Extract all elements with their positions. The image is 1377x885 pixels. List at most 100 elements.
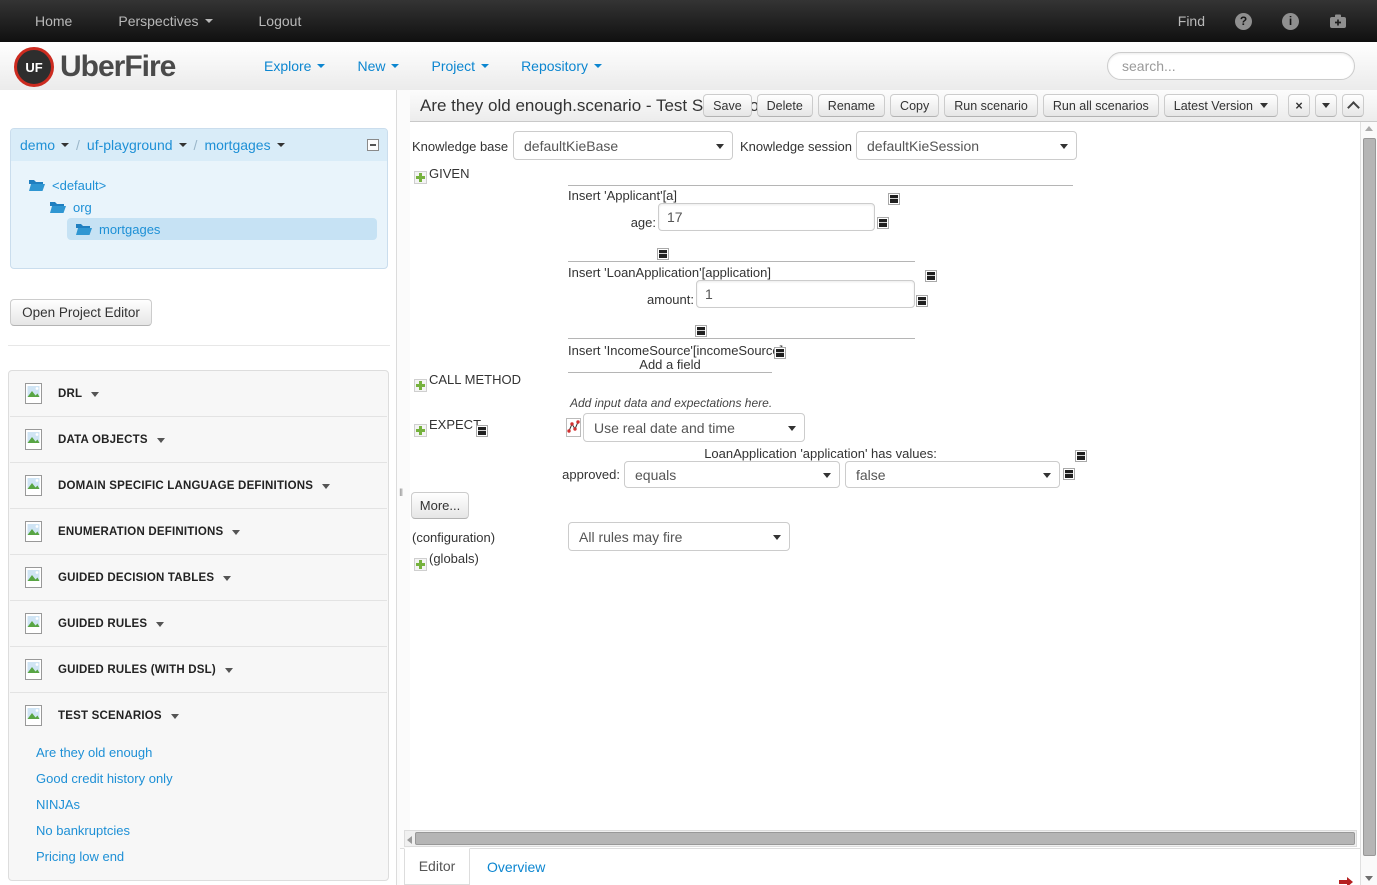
rule-config-select[interactable]: All rules may fire [568, 522, 790, 551]
panel-menu-button[interactable] [1315, 94, 1337, 117]
remove-row-button[interactable] [657, 248, 669, 260]
tab-overview[interactable]: Overview [487, 849, 545, 885]
scroll-up-arrow-icon[interactable] [1365, 126, 1373, 131]
knowledge-session-value: defaultKieSession [867, 138, 979, 154]
menu-project-label: Project [431, 58, 475, 74]
scroll-left-arrow-icon[interactable] [407, 836, 412, 844]
scenario-link-good-credit-history-only[interactable]: Good credit history only [36, 766, 388, 792]
maximize-panel-button[interactable] [1342, 94, 1364, 117]
collapse-tree-icon[interactable] [367, 139, 379, 151]
nav-logout[interactable]: Logout [259, 0, 302, 42]
tree-item-default[interactable]: <default> [11, 174, 387, 196]
scroll-down-arrow-icon[interactable] [1365, 876, 1373, 881]
help-icon[interactable]: ? [1235, 13, 1252, 30]
more-button[interactable]: More... [411, 492, 469, 519]
section-guided-rules[interactable]: GUIDED RULES [9, 601, 388, 646]
menu-new-label: New [357, 58, 385, 74]
info-icon[interactable]: i [1282, 13, 1299, 30]
add-call-method-button[interactable] [414, 379, 427, 392]
amount-field-input[interactable] [696, 280, 915, 308]
menu-explore[interactable]: Explore [264, 58, 325, 74]
remove-fact-button[interactable] [774, 347, 786, 359]
call-method-label: CALL METHOD [429, 372, 521, 387]
save-button[interactable]: Save [703, 94, 752, 117]
remove-row-button[interactable] [695, 325, 707, 337]
uberfire-logo-icon: UF [14, 47, 54, 87]
tree-item-org[interactable]: org [11, 196, 387, 218]
menu-repository-label: Repository [521, 58, 588, 74]
chevron-down-icon [157, 438, 165, 443]
section-guided-rules-with-dsl[interactable]: GUIDED RULES (WITH DSL) [9, 647, 388, 692]
remove-fact-button[interactable] [888, 193, 900, 205]
panel-splitter[interactable]: ‖ [397, 90, 410, 885]
open-project-editor-button[interactable]: Open Project Editor [10, 299, 152, 326]
copy-button[interactable]: Copy [890, 94, 939, 117]
chevron-down-icon [223, 576, 231, 581]
date-mode-select[interactable]: Use real date and time [583, 413, 805, 442]
section-test-scenarios[interactable]: TEST SCENARIOS [9, 693, 388, 738]
nav-find[interactable]: Find [1178, 0, 1205, 42]
menu-repository[interactable]: Repository [521, 58, 602, 74]
breadcrumb-project[interactable]: mortgages [204, 137, 270, 153]
splitter-grip[interactable]: ‖ [399, 488, 403, 499]
section-enumeration-definitions[interactable]: ENUMERATION DEFINITIONS [9, 509, 388, 554]
close-editor-button[interactable]: × [1288, 94, 1310, 117]
knowledge-session-select[interactable]: defaultKieSession [856, 131, 1077, 160]
knowledge-session-label: Knowledge session [740, 139, 852, 154]
tree-item-mortgages-selected[interactable]: mortgages [67, 218, 377, 240]
delete-button[interactable]: Delete [757, 94, 813, 117]
tab-editor[interactable]: Editor [404, 848, 470, 885]
expected-value-select[interactable]: false [845, 461, 1060, 488]
version-dropdown-button[interactable]: Latest Version [1164, 94, 1278, 117]
remove-field-button[interactable] [877, 217, 889, 229]
asset-accordion: DRL DATA OBJECTS DOMAIN SPECIFIC LANGUAG… [8, 370, 389, 881]
uberfire-logo: UF UberFire [14, 47, 175, 87]
remove-fact-button[interactable] [925, 270, 937, 282]
menu-new[interactable]: New [357, 58, 399, 74]
chevron-down-icon [61, 143, 69, 147]
globals-label: (globals) [429, 551, 479, 566]
breadcrumb-repository[interactable]: uf-playground [87, 137, 173, 153]
horizontal-scroll-thumb[interactable] [415, 832, 1355, 845]
horizontal-scrollbar[interactable] [404, 830, 1357, 847]
remove-expectation-button[interactable] [1075, 450, 1087, 462]
age-field-input[interactable] [658, 203, 875, 231]
run-scenario-button[interactable]: Run scenario [944, 94, 1038, 117]
section-guided-decision-tables[interactable]: GUIDED DECISION TABLES [9, 555, 388, 600]
breadcrumb-org-unit[interactable]: demo [20, 137, 55, 153]
brand-name: UberFire [60, 50, 175, 84]
knowledge-base-select[interactable]: defaultKieBase [513, 131, 733, 160]
section-dsl-definitions[interactable]: DOMAIN SPECIFIC LANGUAGE DEFINITIONS [9, 463, 388, 508]
add-given-button[interactable] [414, 171, 427, 184]
nav-home[interactable]: Home [35, 0, 72, 42]
section-label: GUIDED DECISION TABLES [58, 572, 214, 584]
scenario-link-are-they-old-enough[interactable]: Are they old enough [36, 740, 388, 766]
section-drl[interactable]: DRL [9, 371, 388, 416]
rename-button[interactable]: Rename [818, 94, 885, 117]
remove-expect-field-button[interactable] [1063, 468, 1075, 480]
scenario-link-no-bankruptcies[interactable]: No bankruptcies [36, 818, 388, 844]
document-image-icon [22, 520, 46, 544]
remove-field-button[interactable] [916, 295, 928, 307]
remove-expect-button[interactable] [476, 425, 488, 437]
add-a-field-link[interactable]: Add a field [568, 357, 772, 372]
run-all-scenarios-button[interactable]: Run all scenarios [1043, 94, 1159, 117]
document-image-icon [22, 474, 46, 498]
screen-capture-icon[interactable] [1329, 13, 1347, 29]
divider [568, 372, 772, 373]
add-global-button[interactable] [414, 558, 427, 571]
breadcrumb-separator: / [194, 137, 198, 153]
scenario-link-ninjas[interactable]: NINJAs [36, 792, 388, 818]
nav-perspectives[interactable]: Perspectives [118, 0, 212, 42]
search-input[interactable] [1107, 52, 1355, 80]
section-data-objects[interactable]: DATA OBJECTS [9, 417, 388, 462]
operator-select[interactable]: equals [624, 461, 840, 488]
section-label: DRL [58, 388, 82, 400]
vertical-scroll-thumb[interactable] [1363, 138, 1376, 856]
scenario-link-pricing-low-end[interactable]: Pricing low end [36, 844, 388, 870]
vertical-scrollbar[interactable] [1360, 122, 1377, 885]
field-label: amount: [568, 292, 694, 307]
chevron-down-icon [1322, 103, 1330, 108]
menu-project[interactable]: Project [431, 58, 489, 74]
add-expect-button[interactable] [414, 424, 427, 437]
